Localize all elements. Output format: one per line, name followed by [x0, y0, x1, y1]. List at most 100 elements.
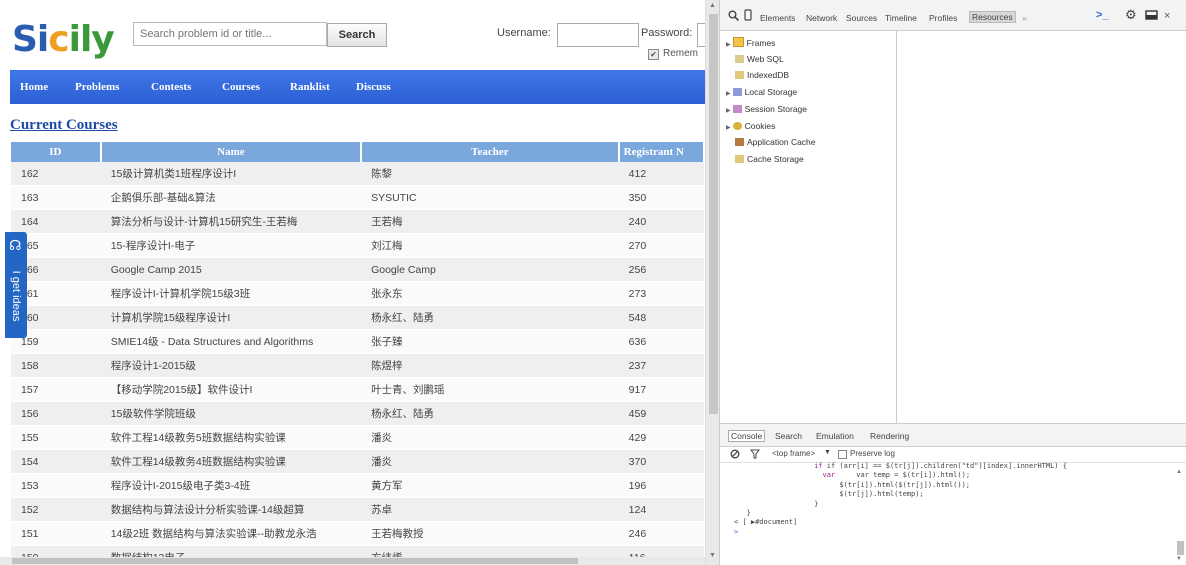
tree-indexeddb[interactable]: IndexedDB [735, 70, 789, 80]
search-input[interactable] [133, 22, 327, 46]
col-id[interactable]: ID [11, 142, 102, 162]
cell-name[interactable]: 软件工程14级教务5班数据结构实验课 [100, 425, 362, 450]
code-line: $(tr[j]).html(temp); [822, 490, 924, 499]
cell-name[interactable]: 15级计算机类1班程序设计I [100, 162, 362, 186]
cell-name[interactable]: 程序设计I-2015级电子类3-4班 [100, 473, 362, 498]
console-scrollbar[interactable]: ▲ ▼ [1176, 463, 1185, 563]
cell-name[interactable]: 计算机学院15级程序设计I [100, 305, 362, 330]
table-row[interactable]: 162 15级计算机类1班程序设计I 陈黎 412 [11, 162, 704, 186]
table-row[interactable]: 157 【移动学院2015级】软件设计I 叶士青、刘鹏瑶 917 [11, 377, 704, 402]
nav-contests[interactable]: Contests [151, 81, 191, 93]
cell-name[interactable]: SMIE14级 - Data Structures and Algorithms [100, 329, 362, 354]
col-registrant[interactable]: Registrant N [618, 142, 705, 162]
cell-name[interactable]: 企鹅俱乐部-基础&算法 [100, 185, 362, 210]
cell-name[interactable]: 程序设计I-计算机学院15级3班 [100, 281, 362, 306]
remember-checkbox[interactable]: ✔ [648, 49, 659, 60]
console-result[interactable]: < [ ▶#document] [734, 518, 797, 526]
search-button[interactable]: Search [327, 23, 387, 47]
scroll-thumb[interactable] [12, 558, 578, 564]
device-icon[interactable] [744, 9, 752, 21]
scroll-down-icon[interactable]: ▼ [1176, 556, 1182, 562]
cell-name[interactable]: 算法分析与设计-计算机15研究生-王若梅 [100, 209, 362, 234]
tab-profiles[interactable]: Profiles [929, 13, 957, 23]
cell-name[interactable]: 【移动学院2015级】软件设计I [100, 377, 362, 402]
cell-name[interactable]: 程序设计1-2015级 [100, 353, 362, 378]
table-row[interactable]: 166 Google Camp 2015 Google Camp 256 [11, 257, 704, 282]
more-tabs-icon[interactable]: » [1022, 13, 1027, 23]
console-scroll-thumb[interactable] [1177, 541, 1184, 555]
table-row[interactable]: 154 软件工程14级教务4班数据结构实验课 潘炎 370 [11, 449, 704, 474]
cell-name[interactable]: 15级软件学院班级 [100, 401, 362, 426]
vscroll-thumb[interactable] [709, 14, 718, 414]
cell-name[interactable]: 14级2班 数据结构与算法实验课--助教龙永浩 [100, 521, 362, 546]
close-icon[interactable]: × [1164, 10, 1170, 22]
col-name[interactable]: Name [100, 142, 363, 162]
tab-timeline[interactable]: Timeline [885, 13, 917, 23]
logo-part-1: Si [12, 19, 49, 60]
table-row[interactable]: 165 15-程序设计I-电子 刘江梅 270 [11, 233, 704, 258]
cell-name[interactable]: 15-程序设计I-电子 [100, 233, 362, 258]
vertical-scrollbar[interactable]: ▲ ▼ [705, 0, 720, 565]
scroll-up-icon[interactable]: ▲ [709, 2, 716, 9]
tab-elements[interactable]: Elements [760, 13, 795, 23]
scroll-down-icon[interactable]: ▼ [709, 552, 716, 559]
courses-table: ID Name Teacher Registrant N 162 15级计算机类1… [11, 142, 705, 565]
table-row[interactable]: 159 SMIE14级 - Data Structures and Algorit… [11, 329, 704, 354]
table-row[interactable]: 151 14级2班 数据结构与算法实验课--助教龙永浩 王若梅教授 246 [11, 521, 704, 546]
tab-emulation[interactable]: Emulation [816, 431, 854, 441]
nav-home[interactable]: Home [20, 81, 48, 93]
tree-frames[interactable]: ▶ Frames [726, 37, 775, 48]
horizontal-scrollbar[interactable] [0, 557, 705, 565]
filter-icon[interactable] [750, 449, 760, 459]
cell-name[interactable]: 软件工程14级教务4班数据结构实验课 [100, 449, 362, 474]
console-prompt[interactable]: > [734, 528, 738, 536]
cell-name[interactable]: Google Camp 2015 [100, 257, 362, 282]
table-row[interactable]: 156 15级软件学院班级 杨永红、陆勇 459 [11, 401, 704, 426]
tab-console[interactable]: Console [728, 430, 766, 442]
table-row[interactable]: 155 软件工程14级教务5班数据结构实验课 潘炎 429 [11, 425, 704, 450]
console-drawer-icon[interactable]: >_ [1096, 9, 1109, 21]
tree-appcache[interactable]: Application Cache [735, 137, 816, 147]
tree-sessionstorage[interactable]: ▶ Session Storage [726, 104, 807, 114]
nav-problems[interactable]: Problems [75, 81, 119, 93]
table-row[interactable]: 164 算法分析与设计-计算机15研究生-王若梅 王若梅 240 [11, 209, 704, 234]
tree-cookies[interactable]: ▶ Cookies [726, 121, 775, 131]
password-input[interactable] [697, 23, 705, 47]
page-title[interactable]: Current Courses [10, 117, 118, 134]
frame-select[interactable]: <top frame> [772, 449, 815, 458]
tab-network[interactable]: Network [806, 13, 837, 23]
table-row[interactable]: 160 计算机学院15级程序设计I 杨永红、陆勇 548 [11, 305, 704, 330]
remember-me[interactable]: ✔ Remem [648, 48, 698, 60]
username-input[interactable] [557, 23, 639, 47]
table-row[interactable]: 161 程序设计I-计算机学院15级3班 张永东 273 [11, 281, 704, 306]
search-icon[interactable] [728, 10, 739, 21]
col-teacher[interactable]: Teacher [361, 142, 620, 162]
nav-courses[interactable]: Courses [222, 81, 260, 93]
feedback-tab[interactable]: ☊ I get ideas [5, 232, 27, 338]
nav-ranklist[interactable]: Ranklist [290, 81, 330, 93]
cell-registrants: 273 [618, 281, 704, 306]
cell-teacher: 潘炎 [361, 425, 619, 450]
tab-rendering[interactable]: Rendering [870, 431, 909, 441]
sicily-logo[interactable]: Sicily [12, 19, 115, 60]
tree-websql[interactable]: Web SQL [735, 54, 784, 64]
table-row[interactable]: 158 程序设计1-2015级 陈煜梓 237 [11, 353, 704, 378]
tree-localstorage[interactable]: ▶ Local Storage [726, 87, 797, 97]
nav-discuss[interactable]: Discuss [356, 81, 391, 93]
preserve-log-checkbox[interactable] [838, 450, 847, 459]
cell-registrants: 370 [618, 449, 704, 474]
chevron-down-icon[interactable]: ▼ [824, 449, 831, 456]
clear-console-icon[interactable] [730, 449, 740, 459]
table-row[interactable]: 153 程序设计I-2015级电子类3-4班 黄方军 196 [11, 473, 704, 498]
tab-resources[interactable]: Resources [969, 11, 1016, 23]
table-row[interactable]: 152 数据结构与算法设计分析实验课-14级超算 苏卓 124 [11, 497, 704, 522]
cell-name[interactable]: 数据结构与算法设计分析实验课-14级超算 [100, 497, 362, 522]
tree-cachestorage[interactable]: Cache Storage [735, 154, 804, 164]
cell-registrants: 548 [618, 305, 704, 330]
gear-icon[interactable]: ⚙ [1125, 7, 1137, 23]
tab-sources[interactable]: Sources [846, 13, 877, 23]
tab-search[interactable]: Search [775, 431, 802, 441]
dock-icon[interactable] [1145, 10, 1158, 20]
table-row[interactable]: 163 企鹅俱乐部-基础&算法 SYSUTIC 350 [11, 185, 704, 210]
scroll-up-icon[interactable]: ▲ [1176, 469, 1182, 475]
